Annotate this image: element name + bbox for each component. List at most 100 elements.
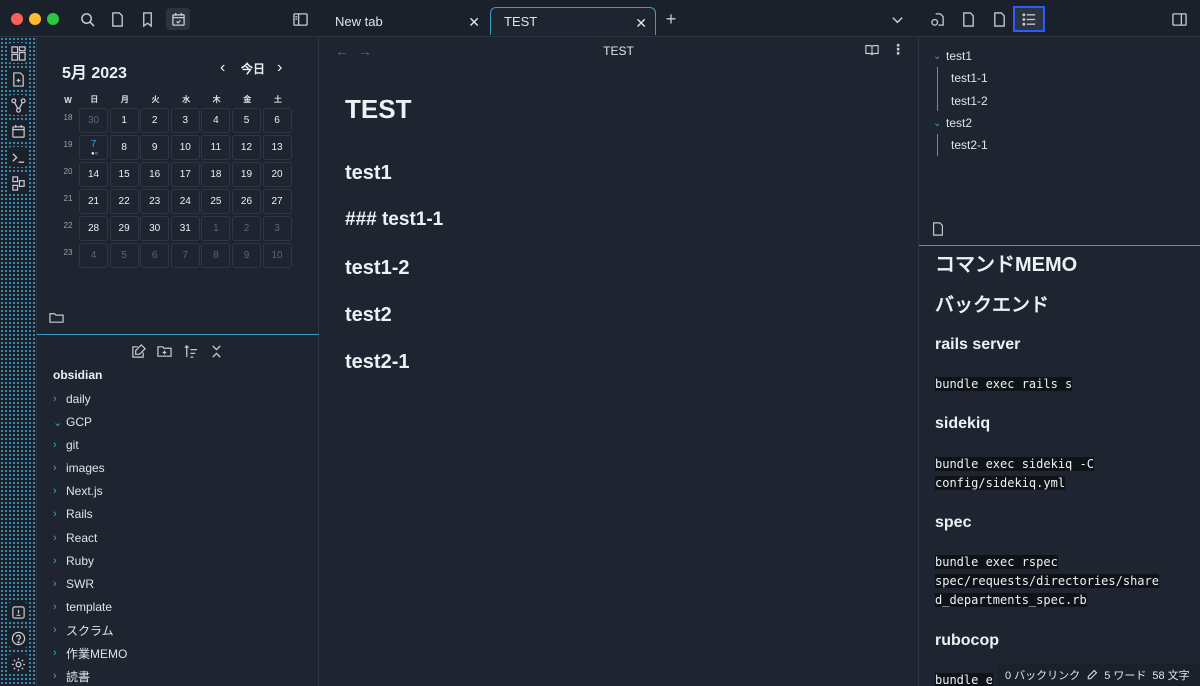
calendar-day[interactable]: 8 [109, 135, 139, 160]
calendar-day[interactable]: 30 [79, 108, 108, 133]
folder-item[interactable]: ⌄ GCP [53, 414, 92, 430]
document-heading[interactable]: test2 [345, 304, 392, 327]
calendar-day[interactable]: 12 [231, 135, 261, 160]
calendar-day[interactable]: 28 [79, 216, 108, 241]
calendar-day[interactable]: 10 [262, 243, 292, 268]
folder-item[interactable]: › React [53, 530, 97, 546]
chevron-down-icon[interactable]: ⌄ [53, 416, 66, 429]
folder-item[interactable]: › git [53, 437, 79, 453]
bookmark-icon[interactable] [137, 9, 157, 29]
calendar-today-button[interactable]: 今日 [241, 60, 265, 77]
calendar-day[interactable]: 3 [262, 216, 292, 241]
calendar-day[interactable]: 23 [140, 189, 170, 214]
calendar-day[interactable]: 6 [140, 243, 170, 268]
calendar-day[interactable]: 27 [262, 189, 292, 214]
calendar-day[interactable]: 1 [109, 108, 139, 133]
calendar-day[interactable]: 6 [262, 108, 292, 133]
calendar-day[interactable]: 31 [170, 216, 200, 241]
chevron-down-icon[interactable] [887, 9, 907, 29]
week-number[interactable]: 19 [57, 135, 79, 162]
vault-name[interactable]: obsidian [53, 368, 102, 382]
folder-item[interactable]: › template [53, 599, 112, 615]
tab-test[interactable]: TEST ✕ [490, 7, 656, 35]
folder-item[interactable]: › daily [53, 391, 91, 407]
new-folder-icon[interactable] [157, 344, 172, 364]
chevron-right-icon[interactable]: › [53, 555, 66, 567]
calendar-day[interactable]: 3 [170, 108, 200, 133]
calendar-day[interactable]: 4 [201, 108, 231, 133]
search-icon[interactable] [77, 9, 97, 29]
calendar-day[interactable]: 13 [262, 135, 292, 160]
help-icon[interactable] [8, 628, 28, 648]
folder-item[interactable]: › Ruby [53, 553, 94, 569]
folder-icon[interactable] [49, 310, 64, 330]
calendar-day[interactable]: 7 ●○ [79, 135, 108, 160]
outline-item[interactable]: test1-2 [951, 94, 988, 108]
calendar-day[interactable]: 11 [201, 135, 231, 160]
chevron-right-icon[interactable]: › [53, 462, 66, 474]
chevron-down-icon[interactable]: ⌄ [933, 118, 946, 129]
calendar-day[interactable]: 25 [201, 189, 231, 214]
calendar-day[interactable]: 14 [79, 162, 108, 187]
switch-file-icon[interactable] [8, 69, 28, 89]
folder-item[interactable]: › images [53, 460, 105, 476]
calendar-day[interactable]: 18 [201, 162, 231, 187]
chevron-right-icon[interactable]: › [53, 532, 66, 544]
file-icon[interactable] [958, 9, 978, 29]
outline-item[interactable]: ⌄ test2 [933, 116, 972, 130]
settings-gear-icon[interactable] [8, 654, 28, 674]
dashboard-icon[interactable] [8, 43, 28, 63]
document-title[interactable]: TEST [345, 94, 411, 125]
outline-item[interactable]: test1-1 [951, 71, 988, 85]
calendar-day[interactable]: 17 [170, 162, 200, 187]
week-number[interactable]: 18 [57, 108, 79, 135]
calendar-day[interactable]: 4 [79, 243, 108, 268]
calendar-day[interactable]: 9 [140, 135, 170, 160]
folder-item[interactable]: › スクラム [53, 622, 114, 638]
calendar-day[interactable]: 1 [201, 216, 231, 241]
view-header-title[interactable]: TEST [320, 44, 917, 58]
calendar-prev-button[interactable]: ‹ [220, 59, 225, 77]
calendar-view-icon[interactable] [166, 8, 190, 30]
folder-item[interactable]: › 読書 [53, 668, 90, 684]
chevron-right-icon[interactable]: › [53, 624, 66, 636]
calendar-day[interactable]: 22 [109, 189, 139, 214]
calendar-day[interactable]: 19 [231, 162, 261, 187]
outline-item[interactable]: test2-1 [951, 138, 988, 152]
toggle-left-sidebar-icon[interactable] [290, 9, 310, 29]
new-tab-icon[interactable]: + [661, 9, 681, 29]
more-options-icon[interactable]: ⋮ [891, 41, 905, 58]
calendar-day[interactable]: 7 [170, 243, 200, 268]
week-number[interactable]: 21 [57, 189, 79, 216]
calendar-day[interactable]: 5 [231, 108, 261, 133]
chevron-right-icon[interactable]: › [53, 485, 66, 497]
file-icon[interactable] [931, 222, 945, 241]
document-heading[interactable]: test1-2 [345, 257, 409, 280]
minimize-window-button[interactable] [29, 13, 41, 25]
file-icon[interactable] [107, 9, 127, 29]
collapse-all-icon[interactable] [209, 344, 224, 364]
vault-switcher-icon[interactable] [8, 602, 28, 622]
calendar-day[interactable]: 26 [231, 189, 261, 214]
calendar-day[interactable]: 20 [262, 162, 292, 187]
calendar-day[interactable]: 5 [109, 243, 139, 268]
calendar-icon[interactable] [8, 121, 28, 141]
chevron-right-icon[interactable]: › [53, 670, 66, 682]
link-file-icon[interactable] [927, 9, 947, 29]
calendar-day[interactable]: 30 [140, 216, 170, 241]
pencil-icon[interactable] [1086, 669, 1098, 681]
chevron-down-icon[interactable]: ⌄ [933, 51, 946, 62]
outline-list-icon[interactable] [1013, 6, 1045, 32]
calendar-day[interactable]: 10 [170, 135, 200, 160]
calendar-day[interactable]: 15 [109, 162, 139, 187]
calendar-day[interactable]: 29 [109, 216, 139, 241]
reading-view-icon[interactable] [865, 43, 879, 62]
calendar-next-button[interactable]: › [277, 59, 282, 77]
outline-item[interactable]: ⌄ test1 [933, 49, 972, 63]
close-tab-icon[interactable]: ✕ [468, 14, 480, 31]
folder-item[interactable]: › Rails [53, 506, 93, 522]
chevron-right-icon[interactable]: › [53, 439, 66, 451]
sort-order-icon[interactable] [183, 344, 198, 364]
week-number[interactable]: 20 [57, 162, 79, 189]
calendar-day[interactable]: 21 [79, 189, 108, 214]
